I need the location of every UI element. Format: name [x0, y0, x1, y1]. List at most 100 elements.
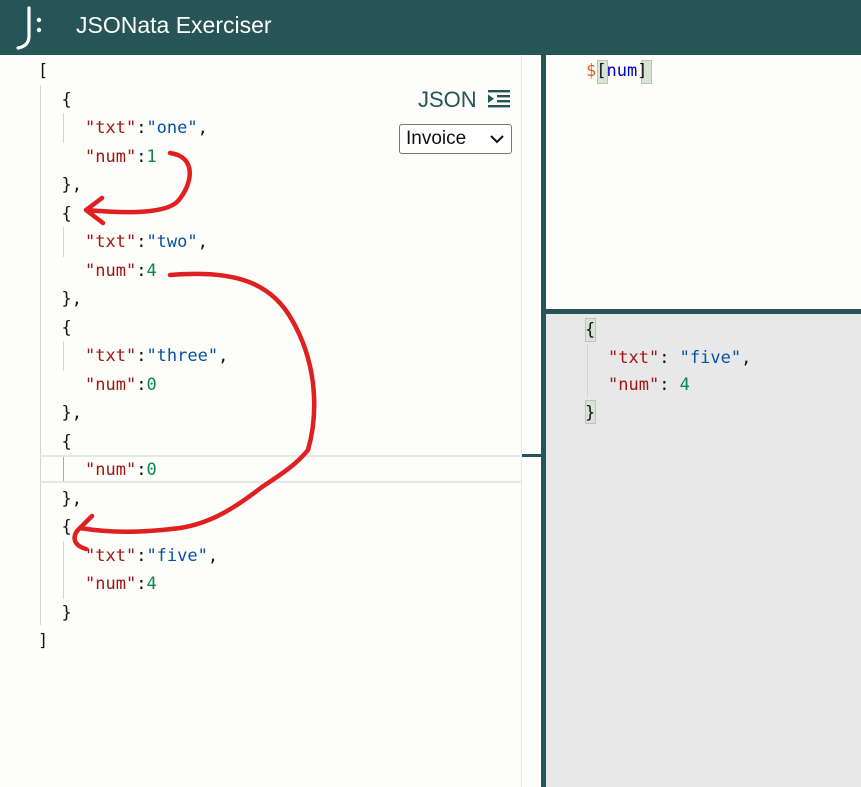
code-token: : [136, 146, 147, 167]
code-token: "num" [85, 574, 137, 594]
code-line: "num": 4 [608, 373, 690, 397]
code-token: "num" [85, 460, 137, 480]
code-token: "three" [146, 346, 219, 366]
code-line[interactable]: "num":0 [85, 458, 157, 482]
code-token: "txt" [85, 346, 137, 366]
code-token: $ [586, 61, 597, 81]
code-token: : [136, 545, 147, 566]
code-token: 4 [679, 375, 690, 395]
code-token: "five" [146, 545, 208, 566]
code-token: , [197, 232, 208, 252]
code-token: } [585, 402, 596, 423]
code-line[interactable]: { [62, 88, 72, 112]
jsonata-logo-icon[interactable] [12, 6, 46, 50]
code-token: : [136, 260, 147, 281]
code-line[interactable]: "txt":"one", [85, 116, 208, 140]
code-line: "txt": "five", [608, 346, 751, 370]
code-token: ] [637, 61, 648, 81]
code-token: [ [596, 61, 607, 81]
code-token: : [136, 460, 147, 480]
chevron-down-icon [490, 135, 504, 144]
indent-guide [63, 227, 64, 257]
workspace: [{"txt":"one", "num":1},{"txt":"two", "num… [0, 55, 861, 787]
code-token: 0 [146, 460, 157, 480]
sample-select[interactable]: Invoice [399, 124, 512, 154]
code-token: : [136, 232, 147, 252]
code-token: , [207, 545, 219, 566]
code-token: }, [61, 488, 82, 509]
code-token: }, [61, 289, 82, 309]
json-input-editor[interactable]: [{"txt":"one", "num":1},{"txt":"two", "num… [0, 55, 538, 787]
code-line[interactable]: }, [62, 487, 82, 511]
code-token: ] [38, 631, 49, 651]
code-token: : [136, 374, 147, 395]
vertical-splitter-grip[interactable] [522, 454, 541, 457]
splitter-gutter [522, 55, 541, 787]
code-token: , [218, 346, 229, 366]
code-line[interactable]: { [62, 316, 72, 340]
code-token: , [197, 118, 208, 138]
code-line[interactable]: { [62, 430, 72, 454]
code-token: { [61, 89, 72, 110]
result-viewer: { "txt": "five", "num": 4} [546, 314, 861, 787]
code-token: "txt" [85, 545, 137, 566]
code-token: { [61, 203, 72, 224]
code-line[interactable]: } [62, 601, 72, 625]
code-token: 0 [146, 374, 157, 395]
code-line[interactable]: }, [62, 173, 82, 197]
indent-guide [63, 541, 64, 599]
code-token: : [136, 346, 147, 366]
code-line[interactable]: "num":4 [85, 259, 157, 283]
code-line: } [585, 401, 595, 425]
code-token: : [659, 375, 680, 395]
code-token: [ [38, 61, 49, 81]
code-token: "txt" [85, 118, 137, 138]
indent-guide [63, 113, 64, 143]
code-token: "one" [146, 118, 198, 138]
code-token: : [136, 574, 147, 594]
code-token: 4 [146, 260, 157, 281]
code-token: "num" [85, 146, 137, 167]
code-token: num [606, 61, 638, 81]
format-label: JSON [418, 87, 477, 112]
code-token: { [61, 517, 72, 537]
code-token: }, [61, 403, 82, 423]
indent-guide [587, 344, 588, 398]
code-line[interactable]: "txt":"five", [85, 544, 218, 568]
indent-format-icon[interactable] [488, 89, 510, 109]
code-token: 1 [146, 146, 157, 167]
code-line[interactable]: }, [62, 401, 82, 425]
code-line[interactable]: [ [38, 59, 48, 83]
indent-guide [40, 85, 41, 625]
code-token: { [61, 431, 72, 452]
code-line[interactable]: "num":0 [85, 373, 157, 397]
code-token: "num" [85, 374, 137, 395]
code-line[interactable]: ] [38, 629, 48, 653]
code-line[interactable]: "txt":"two", [85, 230, 208, 254]
code-line[interactable]: { [62, 202, 72, 226]
code-token: "num" [85, 260, 137, 281]
code-token: { [61, 317, 72, 338]
code-line[interactable]: "txt":"three", [85, 344, 228, 368]
code-line[interactable]: "num":4 [85, 572, 157, 596]
code-token: } [61, 602, 72, 623]
code-token: { [585, 320, 596, 340]
annotation-arrow-2 [72, 271, 317, 552]
code-line[interactable]: "num":1 [85, 145, 157, 169]
code-token: "five" [679, 347, 742, 368]
code-token: "two" [146, 232, 198, 252]
sample-select-value: Invoice [406, 128, 467, 149]
code-line[interactable]: $[num] [586, 59, 647, 83]
code-token: "txt" [85, 232, 137, 252]
code-line[interactable]: { [62, 515, 72, 539]
indent-guide [63, 341, 64, 371]
code-token: 4 [146, 574, 157, 594]
code-token: : [659, 347, 680, 368]
code-line[interactable]: }, [62, 287, 82, 311]
code-token: , [741, 347, 752, 368]
code-token: }, [61, 175, 82, 195]
code-token: "txt" [608, 347, 660, 368]
app-title: JSONata Exerciser [76, 12, 272, 38]
query-editor[interactable]: $[num] [546, 55, 861, 309]
code-line: { [585, 318, 595, 342]
